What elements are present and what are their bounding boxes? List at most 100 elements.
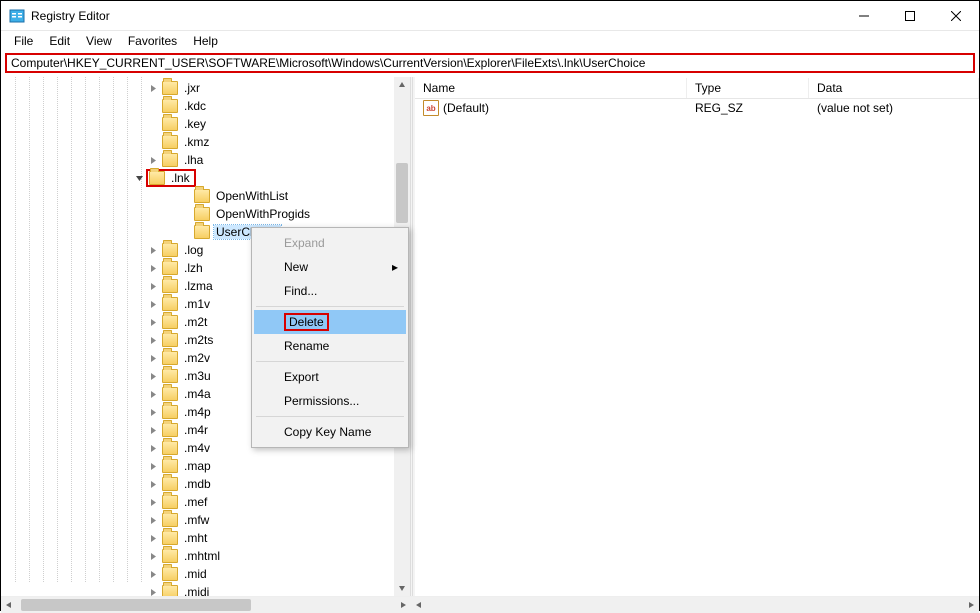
folder-icon xyxy=(162,279,178,293)
chevron-right-icon[interactable] xyxy=(147,298,159,310)
ctx-delete-label: Delete xyxy=(289,315,324,329)
menu-edit[interactable]: Edit xyxy=(42,32,77,50)
horizontal-scrollbars xyxy=(1,596,979,612)
folder-icon xyxy=(162,495,178,509)
ctx-delete[interactable]: Delete xyxy=(254,310,406,334)
twisty-spacer xyxy=(179,190,191,202)
column-data[interactable]: Data xyxy=(809,78,979,98)
tree-item[interactable]: .kmz xyxy=(1,133,394,151)
chevron-right-icon[interactable] xyxy=(147,514,159,526)
menu-favorites[interactable]: Favorites xyxy=(121,32,184,50)
chevron-right-icon[interactable] xyxy=(147,82,159,94)
tree-item-label: .mhtml xyxy=(182,549,222,563)
tree-item-label: .mdb xyxy=(182,477,213,491)
ctx-expand[interactable]: Expand xyxy=(254,231,406,255)
tree-item-label: .m4a xyxy=(182,387,213,401)
folder-icon xyxy=(162,369,178,383)
maximize-button[interactable] xyxy=(887,1,933,31)
ctx-new[interactable]: New▸ xyxy=(254,255,406,279)
tree-item-label: .m4p xyxy=(182,405,213,419)
ctx-new-label: New xyxy=(284,260,308,274)
tree-item[interactable]: .mef xyxy=(1,493,394,511)
tree-item[interactable]: .key xyxy=(1,115,394,133)
tree-item-label: .lzh xyxy=(182,261,205,275)
window-title: Registry Editor xyxy=(31,9,110,23)
chevron-right-icon[interactable] xyxy=(147,388,159,400)
tree-item[interactable]: .jxr xyxy=(1,79,394,97)
tree-item-label: .mid xyxy=(182,567,209,581)
tree-item-label: .midi xyxy=(182,585,211,596)
chevron-right-icon[interactable] xyxy=(147,244,159,256)
chevron-right-icon[interactable] xyxy=(147,334,159,346)
chevron-right-icon[interactable] xyxy=(147,352,159,364)
chevron-right-icon[interactable] xyxy=(147,406,159,418)
tree-item[interactable]: .lha xyxy=(1,151,394,169)
tree-item-label: .log xyxy=(182,243,205,257)
ctx-permissions[interactable]: Permissions... xyxy=(254,389,406,413)
chevron-right-icon[interactable] xyxy=(147,568,159,580)
tree-item[interactable]: .mfw xyxy=(1,511,394,529)
tree-item[interactable]: .lnk xyxy=(1,169,394,187)
chevron-down-icon[interactable] xyxy=(133,172,145,184)
tree-item-label: .mef xyxy=(182,495,209,509)
folder-icon xyxy=(162,459,178,473)
tree-item[interactable]: OpenWithProgids xyxy=(1,205,394,223)
close-button[interactable] xyxy=(933,1,979,31)
tree-item-label: .m2t xyxy=(182,315,209,329)
menu-file[interactable]: File xyxy=(7,32,40,50)
tree-item[interactable]: .mdb xyxy=(1,475,394,493)
chevron-right-icon[interactable] xyxy=(147,442,159,454)
ctx-export-label: Export xyxy=(284,370,319,384)
column-name[interactable]: Name xyxy=(415,78,687,98)
main-split: .jxr.kdc.key.kmz .lha .lnkOpenWithListOpen… xyxy=(1,77,979,596)
ctx-find[interactable]: Find... xyxy=(254,279,406,303)
chevron-right-icon[interactable] xyxy=(147,280,159,292)
scroll-down-icon[interactable] xyxy=(394,580,410,596)
tree-item-label: .map xyxy=(182,459,213,473)
chevron-right-icon[interactable] xyxy=(147,550,159,562)
tree-item[interactable]: .kdc xyxy=(1,97,394,115)
tree-item[interactable]: .mht xyxy=(1,529,394,547)
scroll-up-icon[interactable] xyxy=(394,77,410,93)
chevron-right-icon[interactable] xyxy=(147,460,159,472)
values-list[interactable]: (Default)REG_SZ(value not set) xyxy=(415,99,979,117)
chevron-right-icon[interactable] xyxy=(147,478,159,490)
twisty-spacer xyxy=(147,100,159,112)
folder-icon xyxy=(162,153,178,167)
chevron-right-icon[interactable] xyxy=(147,316,159,328)
folder-icon xyxy=(162,297,178,311)
folder-icon xyxy=(162,315,178,329)
scroll-thumb[interactable] xyxy=(396,163,408,223)
ctx-separator xyxy=(256,361,404,362)
minimize-button[interactable] xyxy=(841,1,887,31)
menu-help[interactable]: Help xyxy=(186,32,225,50)
ctx-export[interactable]: Export xyxy=(254,365,406,389)
address-bar[interactable]: Computer\HKEY_CURRENT_USER\SOFTWARE\Micr… xyxy=(5,53,975,73)
menu-view[interactable]: View xyxy=(79,32,119,50)
chevron-right-icon[interactable] xyxy=(147,532,159,544)
column-type[interactable]: Type xyxy=(687,78,809,98)
tree-item[interactable]: .map xyxy=(1,457,394,475)
tree-item[interactable]: OpenWithList xyxy=(1,187,394,205)
scroll-thumb[interactable] xyxy=(21,599,251,611)
chevron-right-icon[interactable] xyxy=(147,370,159,382)
tree-item[interactable]: .midi xyxy=(1,583,394,596)
ctx-copy-key-name[interactable]: Copy Key Name xyxy=(254,420,406,444)
folder-icon xyxy=(194,225,210,239)
tree-item-label: .lha xyxy=(182,153,205,167)
value-row[interactable]: (Default)REG_SZ(value not set) xyxy=(415,99,979,117)
folder-icon xyxy=(162,387,178,401)
ctx-rename[interactable]: Rename xyxy=(254,334,406,358)
values-pane: Name Type Data (Default)REG_SZ(value not… xyxy=(415,77,979,596)
tree-item[interactable]: .mhtml xyxy=(1,547,394,565)
chevron-right-icon[interactable] xyxy=(147,424,159,436)
folder-icon xyxy=(162,81,178,95)
chevron-right-icon[interactable] xyxy=(147,154,159,166)
tree-item[interactable]: .mid xyxy=(1,565,394,583)
twisty-spacer xyxy=(147,118,159,130)
chevron-right-icon[interactable] xyxy=(147,496,159,508)
tree-item-label: .mht xyxy=(182,531,209,545)
chevron-right-icon[interactable] xyxy=(147,262,159,274)
chevron-right-icon[interactable] xyxy=(147,586,159,596)
folder-icon xyxy=(162,405,178,419)
